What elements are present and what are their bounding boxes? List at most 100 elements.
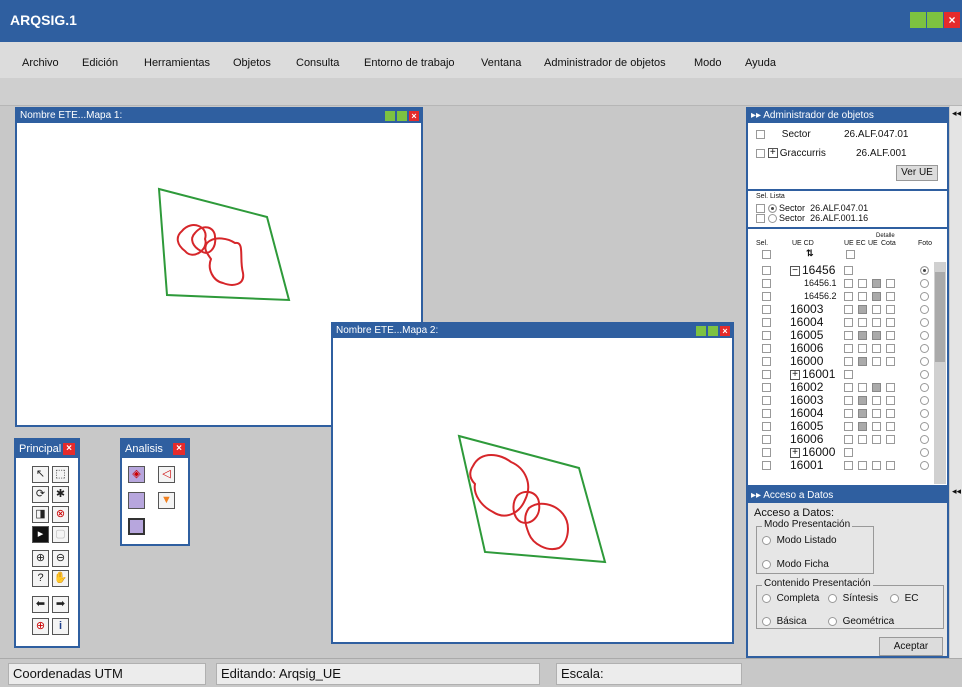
overlay-icon[interactable]: ◈ (128, 466, 145, 483)
ue2-checkbox[interactable] (872, 279, 881, 288)
row-checkbox[interactable] (762, 396, 771, 405)
ue-checkbox[interactable] (844, 435, 853, 444)
table-row[interactable]: 16005 (748, 420, 934, 433)
ue2-checkbox[interactable] (872, 318, 881, 327)
ue2-checkbox[interactable] (872, 383, 881, 392)
info-icon[interactable]: i (52, 618, 69, 635)
minimize-icon[interactable] (696, 326, 706, 336)
ec-radio[interactable]: EC (890, 593, 918, 604)
sort-icon[interactable]: ⇅ (806, 248, 814, 259)
table-row[interactable]: 16005 (748, 329, 934, 342)
cota-checkbox[interactable] (886, 461, 895, 470)
list-item[interactable]: Sector 26.ALF.047.01 (756, 203, 868, 214)
row-checkbox[interactable] (762, 461, 771, 470)
row-checkbox[interactable] (762, 331, 771, 340)
ue-checkbox[interactable] (844, 396, 853, 405)
maximize-icon[interactable] (708, 326, 718, 336)
ec-checkbox[interactable] (858, 383, 867, 392)
expand-icon[interactable]: + (767, 148, 778, 159)
node-icon[interactable]: ✱ (52, 486, 69, 503)
cota-checkbox[interactable] (886, 357, 895, 366)
ec-checkbox[interactable] (858, 318, 867, 327)
ec-checkbox[interactable] (858, 409, 867, 418)
row-checkbox[interactable] (762, 292, 771, 301)
sintesis-radio[interactable]: Síntesis (828, 593, 878, 604)
principal-palette[interactable]: Principal × ↖ ⬚ ⟳ ✱ ◨ ⊗ ▸ ▢ ⊕ ⊖ ? ✋ ⬅ ➡ … (14, 438, 80, 648)
layer-icon[interactable]: ◨ (32, 506, 49, 523)
ue2-checkbox[interactable] (872, 396, 881, 405)
ue-checkbox[interactable] (844, 461, 853, 470)
row-checkbox[interactable] (762, 344, 771, 353)
cota-checkbox[interactable] (886, 435, 895, 444)
ue-checkbox[interactable] (844, 305, 853, 314)
table-row[interactable]: 16003 (748, 394, 934, 407)
ec-checkbox[interactable] (858, 396, 867, 405)
map-window-2-title[interactable]: Nombre ETE...Mapa 2: × (333, 324, 732, 338)
row-checkbox[interactable] (762, 370, 771, 379)
ec-checkbox[interactable] (858, 344, 867, 353)
row-checkbox[interactable] (762, 435, 771, 444)
ue2-checkbox[interactable] (872, 435, 881, 444)
map-window-1-title[interactable]: Nombre ETE...Mapa 1: × (17, 109, 421, 123)
cota-checkbox[interactable] (886, 422, 895, 431)
cota-checkbox[interactable] (886, 279, 895, 288)
row-checkbox[interactable] (762, 305, 771, 314)
menu-modo[interactable]: Modo (694, 57, 722, 69)
ue-checkbox[interactable] (844, 318, 853, 327)
table-row[interactable]: 16000 (748, 355, 934, 368)
rotate-icon[interactable]: ⟳ (32, 486, 49, 503)
geometrica-radio[interactable]: Geométrica (828, 616, 894, 627)
collapse-icon[interactable]: ◂◂ (952, 486, 961, 497)
table-row[interactable]: 16003 (748, 303, 934, 316)
table-row[interactable]: 16006 (748, 433, 934, 446)
minimize-icon[interactable] (385, 111, 395, 121)
table-row[interactable]: 16004 (748, 407, 934, 420)
basica-radio[interactable]: Básica (762, 616, 807, 627)
foto-radio[interactable] (920, 279, 929, 288)
foto-radio[interactable] (920, 331, 929, 340)
crosshair-icon[interactable]: ⊕ (32, 618, 49, 635)
ver-ue-button[interactable]: Ver UE (896, 165, 938, 181)
table-row[interactable]: 16456.1 (748, 277, 934, 290)
ue2-checkbox[interactable] (872, 305, 881, 314)
foto-radio[interactable] (920, 266, 929, 275)
area-icon[interactable] (128, 492, 145, 509)
foto-radio[interactable] (920, 409, 929, 418)
ue-checkbox[interactable] (844, 279, 853, 288)
right-arrow-icon[interactable]: ➡ (52, 596, 69, 613)
foto-radio[interactable] (920, 461, 929, 470)
ue-scrollbar[interactable] (934, 262, 946, 484)
cota-checkbox[interactable] (886, 305, 895, 314)
ec-checkbox[interactable] (858, 435, 867, 444)
ue2-checkbox[interactable] (872, 422, 881, 431)
collapse-icon[interactable]: ◂◂ (952, 108, 961, 119)
hand-icon[interactable]: ✋ (52, 570, 69, 587)
row-checkbox[interactable] (762, 409, 771, 418)
extent-icon[interactable] (128, 518, 145, 535)
foto-radio[interactable] (920, 396, 929, 405)
ec-checkbox[interactable] (858, 279, 867, 288)
foto-radio[interactable] (920, 383, 929, 392)
ue-checkbox[interactable] (844, 383, 853, 392)
row-checkbox[interactable] (762, 266, 771, 275)
expand-icon[interactable]: − (790, 265, 800, 276)
polygon-icon[interactable]: ◁ (158, 466, 175, 483)
cota-checkbox[interactable] (886, 344, 895, 353)
table-row[interactable]: 16456.2 (748, 290, 934, 303)
table-row[interactable]: +16000 (748, 446, 934, 459)
maximize-icon[interactable] (397, 111, 407, 121)
row-checkbox[interactable] (762, 318, 771, 327)
ue2-checkbox[interactable] (872, 344, 881, 353)
foto-radio[interactable] (920, 435, 929, 444)
close-icon[interactable]: × (173, 443, 185, 455)
ue-checkbox[interactable] (844, 292, 853, 301)
ue2-checkbox[interactable] (872, 461, 881, 470)
modo-ficha-radio[interactable]: Modo Ficha (762, 559, 829, 570)
cota-checkbox[interactable] (886, 318, 895, 327)
menu-edicion[interactable]: Edición (82, 57, 118, 69)
select-icon[interactable]: ⬚ (52, 466, 69, 483)
cota-checkbox[interactable] (886, 396, 895, 405)
ue-checkbox[interactable] (844, 370, 853, 379)
foto-radio[interactable] (920, 305, 929, 314)
map-window-2[interactable]: Nombre ETE...Mapa 2: × (331, 322, 734, 644)
